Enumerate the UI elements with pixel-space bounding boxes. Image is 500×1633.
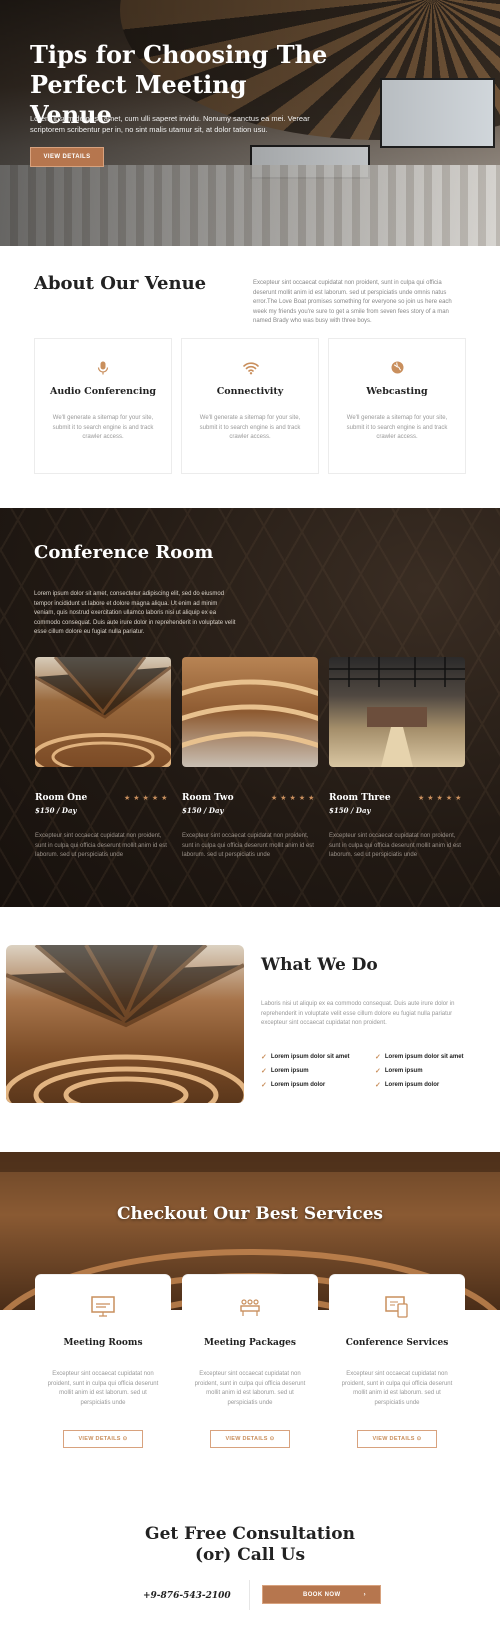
service-text: Excepteur sint occaecat cupidatat non pr… bbox=[341, 1371, 453, 1406]
feature-card-audio: Audio Conferencing We'll generate a site… bbox=[34, 338, 172, 474]
feature-card-webcasting: Webcasting We'll generate a sitemap for … bbox=[328, 338, 466, 474]
room-one-stars: ★★★★★ bbox=[124, 795, 171, 802]
room-one-price: $150 / Day bbox=[35, 806, 77, 815]
hero-view-details-button[interactable]: VIEW DETAILS bbox=[30, 147, 104, 167]
room-two-text: Excepteur sint occaecat cupidatat non pr… bbox=[182, 833, 314, 858]
hero-banner-image: Tips for Choosing The Perfect Meeting Ve… bbox=[0, 0, 500, 246]
wifi-icon bbox=[243, 361, 259, 375]
feature-text: We'll generate a sitemap for your site, … bbox=[346, 415, 448, 440]
meeting-packages-view-details-button[interactable]: VIEW DETAILS ⊙ bbox=[210, 1430, 290, 1448]
service-title: Conference Services bbox=[345, 1338, 449, 1348]
phone-number[interactable]: +9-876-543-2100 bbox=[143, 1591, 231, 1601]
about-text: Excepteur sint occaecat cupidatat non pr… bbox=[253, 280, 452, 324]
room-two-image[interactable] bbox=[182, 657, 318, 767]
conference-services-view-details-button[interactable]: VIEW DETAILS ⊙ bbox=[357, 1430, 437, 1448]
room-two-name: Room Two bbox=[182, 793, 234, 803]
check-item: ✓ Lorem ipsum dolor bbox=[261, 1082, 326, 1089]
hero-text: Lorem ipsum dolor sit amet, cum ulli sap… bbox=[30, 114, 310, 134]
room-three-name: Room Three bbox=[329, 793, 391, 803]
feature-title: Connectivity bbox=[216, 386, 284, 397]
book-now-button[interactable]: BOOK NOW › bbox=[262, 1585, 381, 1604]
services-title: Checkout Our Best Services bbox=[117, 1204, 383, 1224]
consultation-title-line1: Get Free Consultation bbox=[145, 1524, 355, 1544]
room-two-stars: ★★★★★ bbox=[271, 795, 318, 802]
service-title: Meeting Rooms bbox=[63, 1338, 143, 1348]
conference-text: Lorem ipsum dolor sit amet, consectetur … bbox=[34, 591, 236, 635]
what-we-do-text: Laboris nisi ut aliquip ex ea commodo co… bbox=[261, 1001, 455, 1026]
check-icon: ✓ bbox=[261, 1054, 267, 1061]
conference-title: Conference Room bbox=[34, 542, 214, 563]
feature-text: We'll generate a sitemap for your site, … bbox=[199, 415, 301, 440]
room-three-stars: ★★★★★ bbox=[418, 795, 465, 802]
globe-icon bbox=[390, 361, 404, 375]
divider bbox=[249, 1580, 250, 1610]
check-icon: ✓ bbox=[261, 1068, 267, 1075]
room-one-text: Excepteur sint occaecat cupidatat non pr… bbox=[35, 833, 167, 858]
microphone-icon bbox=[96, 361, 110, 375]
feature-text: We'll generate a sitemap for your site, … bbox=[52, 415, 154, 440]
room-one-image[interactable] bbox=[35, 657, 171, 767]
room-three-price: $150 / Day bbox=[329, 806, 371, 815]
check-icon: ✓ bbox=[375, 1068, 381, 1075]
room-two-price: $150 / Day bbox=[182, 806, 224, 815]
check-icon: ✓ bbox=[375, 1082, 381, 1089]
meeting-rooms-view-details-button[interactable]: VIEW DETAILS ⊙ bbox=[63, 1430, 143, 1448]
room-three-text: Excepteur sint occaecat cupidatat non pr… bbox=[329, 833, 461, 858]
arrow-right-icon: › bbox=[363, 1591, 366, 1598]
check-item: ✓ Lorem ipsum bbox=[375, 1068, 423, 1075]
feature-title: Audio Conferencing bbox=[49, 386, 156, 397]
check-item: ✓ Lorem ipsum bbox=[261, 1068, 309, 1075]
check-item: ✓ Lorem ipsum dolor sit amet bbox=[261, 1054, 350, 1061]
check-icon: ✓ bbox=[375, 1054, 381, 1061]
check-icon: ✓ bbox=[261, 1082, 267, 1089]
check-item: ✓ Lorem ipsum dolor bbox=[375, 1082, 440, 1089]
conference-section: Conference Room Lorem ipsum dolor sit am… bbox=[0, 508, 500, 907]
about-title: About Our Venue bbox=[34, 273, 207, 294]
book-now-label: BOOK NOW bbox=[303, 1591, 341, 1598]
room-one-name: Room One bbox=[35, 793, 88, 803]
what-we-do-image bbox=[6, 945, 244, 1103]
service-text: Excepteur sint occaecat cupidatat non pr… bbox=[47, 1371, 159, 1406]
feature-title: Webcasting bbox=[366, 386, 428, 397]
what-we-do-title: What We Do bbox=[261, 955, 378, 975]
meeting-table-icon bbox=[237, 1296, 263, 1318]
consultation-title: Get Free Consultation (or) Call Us bbox=[0, 1524, 500, 1566]
consultation-title-line2: (or) Call Us bbox=[194, 1545, 306, 1565]
event-screen-icon bbox=[90, 1296, 116, 1318]
feature-card-connectivity: Connectivity We'll generate a sitemap fo… bbox=[181, 338, 319, 474]
service-text: Excepteur sint occaecat cupidatat non pr… bbox=[194, 1371, 306, 1406]
service-title: Meeting Packages bbox=[204, 1338, 296, 1348]
room-three-image[interactable] bbox=[329, 657, 465, 767]
presentation-icon bbox=[384, 1296, 410, 1318]
check-item: ✓ Lorem ipsum dolor sit amet bbox=[375, 1054, 464, 1061]
